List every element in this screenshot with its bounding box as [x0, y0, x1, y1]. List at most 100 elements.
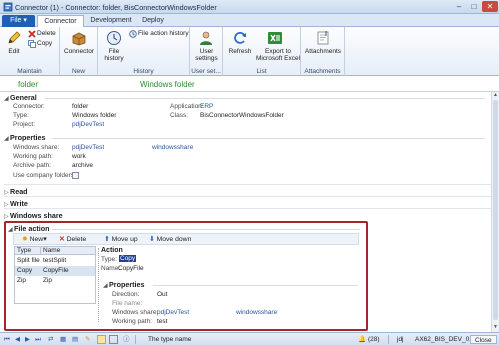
tab-development[interactable]: Development	[86, 15, 136, 27]
tab-deploy[interactable]: Deploy	[136, 15, 170, 27]
grid-header-name[interactable]: Name	[41, 247, 95, 255]
windows-share-value[interactable]: pdjDevTest	[72, 144, 104, 151]
ribbon: Edit Delete Copy Maintain Connector New …	[0, 27, 499, 76]
project-label: Project:	[13, 121, 36, 128]
direction-value[interactable]: Out	[157, 291, 167, 298]
user-settings-button[interactable]: User settings	[190, 48, 223, 62]
copy-button[interactable]: Copy	[37, 40, 52, 47]
table-row[interactable]: Split file testSplit	[15, 256, 95, 266]
document-view-icon[interactable]	[97, 335, 106, 344]
application-value[interactable]: ERP	[200, 103, 213, 110]
scroll-up-icon[interactable]: ▲	[492, 92, 499, 98]
type-value[interactable]: Windows folder	[72, 112, 116, 119]
tab-connector[interactable]: Connector	[37, 15, 84, 27]
vertical-scrollbar[interactable]: ▲ ▼	[491, 92, 499, 332]
maximize-button[interactable]: □	[467, 1, 481, 12]
action-properties-header[interactable]: ◢Properties	[103, 280, 145, 289]
class-value[interactable]: BisConnectorWindowsFolder	[200, 112, 284, 119]
action-working-path-value[interactable]: test	[157, 318, 167, 325]
project-value[interactable]: pdjDevTest	[72, 121, 104, 128]
file-action-section-header[interactable]: ◢File action	[8, 224, 50, 233]
file-action-history-button[interactable]: File action history	[138, 30, 189, 37]
row-name: Zip	[43, 277, 53, 284]
general-section-header[interactable]: ◢General	[4, 93, 37, 102]
refresh-button[interactable]: Refresh	[223, 48, 257, 55]
move-up-button[interactable]: ⬆ Move up	[104, 235, 138, 244]
windows-share-label: Windows share:	[13, 144, 60, 151]
notification-count[interactable]: (28)	[368, 335, 380, 344]
new-label: New	[29, 236, 44, 243]
maintain-group-label: Maintain	[17, 68, 42, 75]
use-company-folders-label: Use company folders:	[13, 172, 76, 179]
general-title: General	[10, 93, 37, 102]
application-label: Application:	[170, 103, 204, 110]
action-name-value[interactable]: CopyFile	[118, 265, 144, 272]
class-label: Class:	[170, 112, 189, 119]
next-record-icon[interactable]: ▶	[25, 335, 30, 344]
arrow-up-icon: ⬆	[104, 236, 110, 243]
grid-header-type[interactable]: Type	[15, 247, 41, 255]
action-windows-share-extra: windowsshare	[236, 309, 278, 316]
delete-button[interactable]: Delete	[37, 30, 56, 37]
new-group: Connector New	[60, 27, 98, 76]
write-section-header[interactable]: ▷Write	[4, 199, 28, 208]
scroll-thumb[interactable]	[493, 100, 498, 320]
delete-label: Delete	[66, 236, 87, 243]
table-row-selected[interactable]: Copy CopyFile	[15, 266, 95, 276]
notification-icon[interactable]: 🔔	[358, 335, 366, 344]
use-company-folders-checkbox[interactable]	[72, 172, 79, 179]
connector-icon	[72, 32, 86, 46]
scroll-down-icon[interactable]: ▼	[492, 324, 499, 330]
divider	[153, 285, 358, 286]
close-window-button[interactable]: ✕	[482, 1, 498, 12]
user-settings-icon	[200, 31, 212, 45]
archive-path-value[interactable]: archive	[72, 162, 93, 169]
divider	[135, 335, 136, 344]
properties-section-header[interactable]: ◢Properties	[4, 133, 46, 142]
nav-icon[interactable]: ⇄	[48, 335, 53, 344]
file-history-button[interactable]: File history	[100, 48, 128, 62]
list-group-label: List	[256, 68, 267, 75]
delete-icon	[28, 30, 36, 38]
read-section-header[interactable]: ▷Read	[4, 187, 28, 196]
splitter[interactable]	[98, 248, 100, 322]
maintain-group: Edit Delete Copy Maintain	[0, 27, 60, 76]
new-connector-button[interactable]: Connector	[60, 48, 98, 55]
windows-share-section-header[interactable]: ▷Windows share	[4, 211, 63, 220]
delete-file-action-button[interactable]: ✕ Delete	[59, 235, 86, 244]
delete-icon: ✕	[59, 236, 65, 243]
new-file-action-button[interactable]: ✸ New▾	[22, 235, 47, 244]
minimize-button[interactable]: –	[452, 1, 466, 12]
new-star-icon: ✸	[22, 236, 28, 243]
record-header: folder Windows folder	[0, 76, 499, 92]
divider	[52, 229, 360, 230]
first-record-icon[interactable]: ⏮	[4, 335, 10, 344]
close-button[interactable]: Close	[470, 335, 497, 344]
divider	[52, 138, 485, 139]
attachments-button[interactable]: Attachments	[301, 48, 345, 55]
windows-share-title: Windows share	[10, 211, 63, 220]
edit-button[interactable]: Edit	[2, 48, 26, 55]
grid-view-icon[interactable]: ▦	[60, 335, 66, 344]
divider	[45, 98, 485, 99]
working-path-value[interactable]: work	[72, 153, 86, 160]
move-down-button[interactable]: ⬇ Move down	[149, 235, 191, 244]
move-down-label: Move down	[156, 236, 192, 243]
history-group: File history File action history History	[98, 27, 190, 76]
details-view-icon[interactable]	[109, 335, 118, 344]
action-type-value[interactable]: Copy	[119, 255, 137, 262]
last-record-icon[interactable]: ⏭	[35, 335, 41, 344]
info-icon[interactable]: ⓘ	[123, 335, 130, 344]
table-row[interactable]: Zip Zip	[15, 276, 95, 286]
file-tab[interactable]: File ▾	[2, 15, 35, 27]
attachments-group-label: Attachments	[304, 68, 341, 75]
attachments-group: Attachments Attachments	[301, 27, 345, 76]
action-windows-share-label: Windows share:	[112, 309, 159, 316]
list-view-icon[interactable]: ▤	[72, 335, 78, 344]
edit-mode-icon[interactable]: ✎	[85, 335, 90, 344]
export-excel-button[interactable]: Export to Microsoft Excel	[255, 48, 301, 62]
action-windows-share-value[interactable]: pdjDevTest	[157, 309, 189, 316]
file-action-history-icon	[129, 30, 137, 38]
connector-value[interactable]: folder	[72, 103, 88, 110]
previous-record-icon[interactable]: ◀	[15, 335, 20, 344]
